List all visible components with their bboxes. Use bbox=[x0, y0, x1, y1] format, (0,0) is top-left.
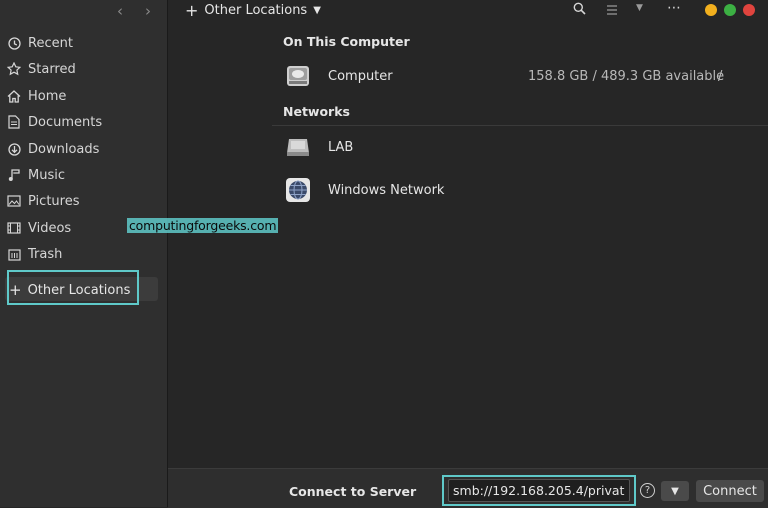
picture-icon bbox=[6, 195, 22, 207]
clock-icon bbox=[6, 36, 22, 50]
section-title-computer: On This Computer bbox=[283, 34, 410, 49]
sidebar-item-pictures[interactable]: Pictures bbox=[6, 190, 79, 212]
trash-icon bbox=[6, 248, 22, 261]
back-icon[interactable]: ‹ bbox=[117, 2, 123, 20]
home-icon bbox=[6, 89, 22, 103]
other-locations-label: Other Locations bbox=[27, 282, 131, 298]
sidebar-item-trash[interactable]: Trash bbox=[6, 243, 62, 265]
plus-icon: + bbox=[9, 281, 22, 299]
disk-usage: 158.8 GB / 489.3 GB available bbox=[528, 68, 725, 84]
sidebar-item-starred[interactable]: Starred bbox=[6, 58, 76, 80]
section-title-networks: Networks bbox=[283, 104, 350, 119]
sidebar-item-label: Home bbox=[28, 88, 67, 104]
sidebar-item-music[interactable]: Music bbox=[6, 164, 65, 186]
music-icon bbox=[6, 168, 22, 182]
main-content: On This Computer Computer 158.8 GB / 489… bbox=[168, 22, 768, 468]
location-row-lab[interactable]: LAB bbox=[272, 127, 768, 167]
help-icon[interactable]: ? bbox=[640, 483, 655, 498]
path-label: Other Locations bbox=[204, 3, 308, 18]
sidebar-item-label: Downloads bbox=[28, 141, 100, 157]
watermark-text: computingforgeeks.com bbox=[127, 218, 279, 233]
video-icon bbox=[6, 222, 22, 234]
header-bar: + Other Locations ▼ ▼ ⋯ bbox=[168, 0, 768, 22]
forward-icon[interactable]: › bbox=[145, 2, 151, 20]
sidebar-item-label: Videos bbox=[28, 220, 72, 236]
sidebar-topbar: ‹ › bbox=[0, 0, 167, 22]
server-address-input[interactable] bbox=[448, 479, 630, 502]
location-row-computer[interactable]: Computer 158.8 GB / 489.3 GB available / bbox=[272, 56, 768, 96]
sidebar-item-label: Recent bbox=[28, 35, 73, 51]
star-icon bbox=[6, 62, 22, 76]
divider bbox=[272, 125, 768, 126]
connect-to-server-label: Connect to Server bbox=[289, 484, 417, 499]
sidebar-item-downloads[interactable]: Downloads bbox=[6, 138, 99, 160]
sidebar-item-label: Music bbox=[28, 167, 65, 183]
connect-to-server-bar: Connect to Server ? ▼ Connect bbox=[168, 468, 768, 508]
hard-drive-icon bbox=[287, 66, 309, 86]
document-icon bbox=[6, 115, 22, 129]
download-icon bbox=[6, 142, 22, 156]
path-bar[interactable]: + Other Locations ▼ bbox=[185, 1, 321, 20]
network-drive-icon bbox=[287, 139, 309, 156]
sidebar-item-label: Trash bbox=[28, 246, 63, 262]
location-row-windows-network[interactable]: Windows Network bbox=[272, 170, 768, 210]
close-button[interactable] bbox=[743, 4, 755, 16]
location-name: LAB bbox=[328, 139, 354, 155]
chevron-down-icon[interactable]: ▼ bbox=[313, 5, 321, 16]
sidebar-item-label: Starred bbox=[28, 61, 76, 77]
sidebar-item-documents[interactable]: Documents bbox=[6, 111, 102, 133]
minimize-button[interactable] bbox=[705, 4, 717, 16]
sidebar-item-label: Pictures bbox=[28, 193, 80, 209]
more-menu-icon[interactable]: ⋯ bbox=[667, 0, 681, 16]
recent-servers-dropdown-button[interactable]: ▼ bbox=[661, 481, 689, 501]
view-options-chevron-icon[interactable]: ▼ bbox=[636, 3, 643, 13]
globe-icon bbox=[286, 178, 310, 202]
location-name: Windows Network bbox=[328, 182, 445, 198]
connect-button[interactable]: Connect bbox=[696, 480, 764, 502]
sidebar-item-recent[interactable]: Recent bbox=[6, 32, 73, 54]
sidebar-item-home[interactable]: Home bbox=[6, 85, 66, 107]
plus-icon: + bbox=[185, 1, 199, 20]
location-name: Computer bbox=[328, 68, 393, 84]
mount-path: / bbox=[718, 68, 723, 84]
sidebar-item-label: Documents bbox=[28, 114, 103, 130]
sidebar-item-videos[interactable]: Videos bbox=[6, 217, 71, 239]
sidebar: ‹ › Recent Starred Home Documents Downlo… bbox=[0, 0, 168, 507]
other-locations-label-group[interactable]: + Other Locations bbox=[9, 281, 130, 299]
list-view-icon[interactable] bbox=[606, 4, 618, 19]
maximize-button[interactable] bbox=[724, 4, 736, 16]
search-icon[interactable] bbox=[573, 2, 586, 19]
